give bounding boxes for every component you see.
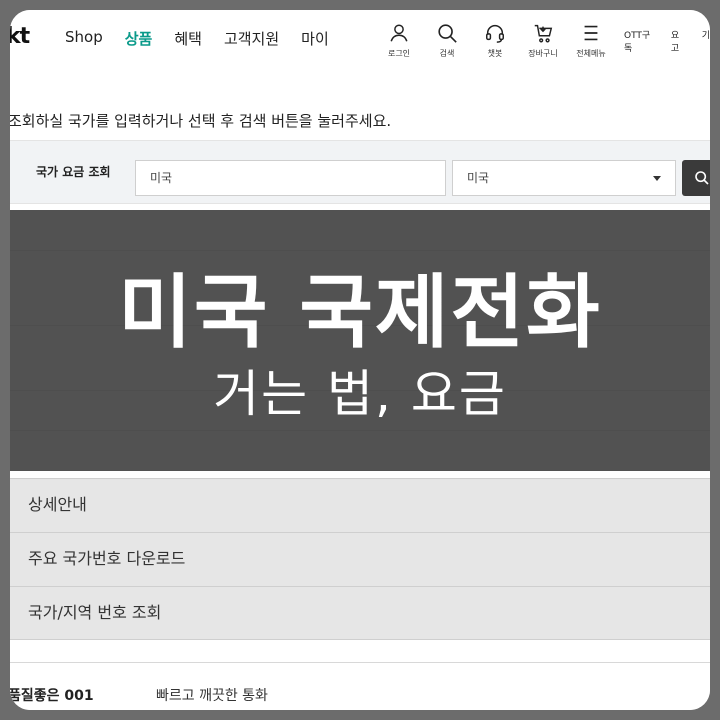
header-icons: 로그인 검색 챗봇 장바구니 전체메뉴 (380, 22, 610, 59)
nav-item-my[interactable]: 마이 (301, 28, 329, 49)
search-icon (695, 171, 709, 185)
main-nav: Shop 상품 혜택 고객지원 마이 (65, 28, 329, 49)
product-row: 품질좋은 001 빠르고 깨끗한 통화 (10, 662, 710, 710)
chevron-down-icon (653, 176, 661, 181)
rate-search-bar: 국가 요금 조회 미국 미국 (10, 140, 710, 204)
accordion-country-code-download[interactable]: 주요 국가번호 다운로드 (10, 532, 710, 586)
cart-button[interactable]: 장바구니 (524, 22, 562, 59)
screenshot-card: kt Shop 상품 혜택 고객지원 마이 로그인 검색 챗봇 장바구니 전체메… (10, 10, 710, 710)
util-link-more[interactable]: 기 (702, 28, 710, 54)
menu-icon (584, 25, 598, 41)
chatbot-button[interactable]: 챗봇 (476, 22, 514, 59)
country-select-value: 미국 (467, 171, 490, 185)
all-menu-label: 전체메뉴 (576, 49, 606, 58)
search-button[interactable]: 검색 (428, 22, 466, 59)
country-select[interactable]: 미국 (452, 160, 676, 196)
cart-icon (534, 24, 553, 43)
title-overlay: 미국 국제전화 거는 법, 요금 (10, 210, 710, 471)
accordion-detail-info[interactable]: 상세안내 (10, 478, 710, 532)
cart-label: 장바구니 (528, 49, 558, 58)
search-icon (438, 24, 457, 43)
util-links: OTT구독 요고 기 (624, 28, 710, 54)
accordion-area-code-lookup[interactable]: 국가/지역 번호 조회 (10, 586, 710, 640)
search-instruction: 조회하실 국가를 입력하거나 선택 후 검색 버튼을 눌러주세요. (10, 112, 392, 130)
product-description: 빠르고 깨끗한 통화 (156, 688, 268, 704)
search-submit-button[interactable] (682, 160, 710, 196)
kt-logo[interactable]: kt (10, 24, 30, 49)
person-icon (390, 24, 408, 42)
overlay-subtitle: 거는 법, 요금 (213, 365, 507, 423)
login-label: 로그인 (387, 49, 411, 58)
search-label: 국가 요금 조회 (36, 165, 111, 179)
nav-item-support[interactable]: 고객지원 (224, 28, 279, 49)
util-link-yogo[interactable]: 요고 (671, 28, 686, 54)
country-search-input[interactable]: 미국 (135, 160, 446, 196)
search-label: 검색 (439, 49, 455, 58)
all-menu-button[interactable]: 전체메뉴 (572, 22, 610, 59)
nav-item-shop[interactable]: Shop (65, 28, 103, 49)
product-name: 품질좋은 001 (10, 688, 94, 704)
site-header: kt Shop 상품 혜택 고객지원 마이 로그인 검색 챗봇 장바구니 전체메… (10, 10, 710, 70)
nav-item-benefits[interactable]: 혜택 (174, 28, 202, 49)
util-link-ott[interactable]: OTT구독 (624, 28, 655, 54)
chatbot-label: 챗봇 (487, 49, 503, 58)
frame: kt Shop 상품 혜택 고객지원 마이 로그인 검색 챗봇 장바구니 전체메… (0, 0, 720, 720)
overlay-title: 미국 국제전화 (118, 266, 602, 359)
login-button[interactable]: 로그인 (380, 22, 418, 59)
nav-item-products[interactable]: 상품 (125, 28, 153, 49)
headset-icon (486, 25, 504, 43)
